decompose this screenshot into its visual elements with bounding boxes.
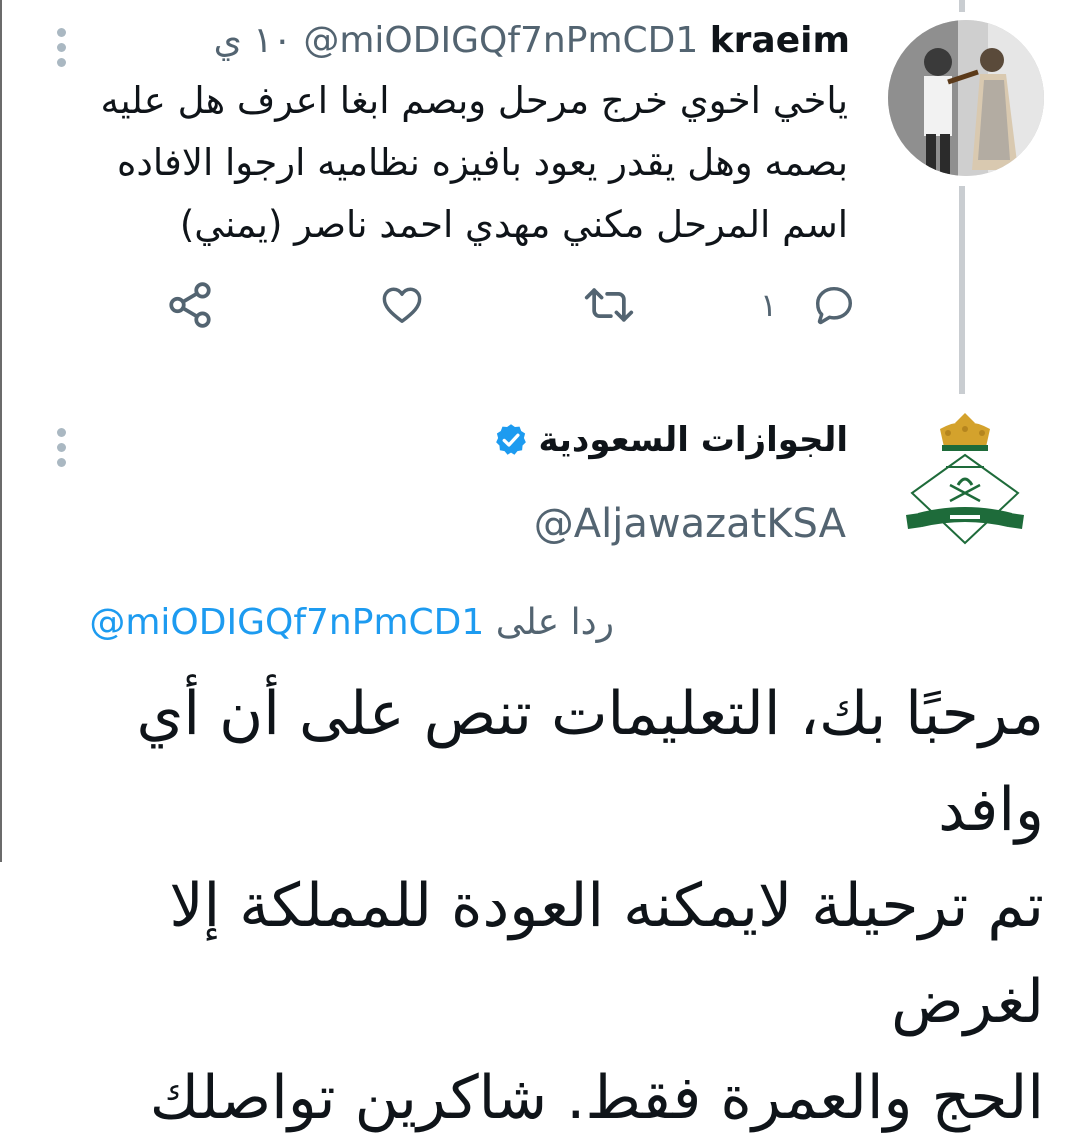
reply-button[interactable]: ١	[760, 280, 857, 330]
share-button[interactable]	[165, 280, 215, 330]
window-edge	[0, 0, 2, 862]
tweet-time: ١٠ ي	[213, 20, 292, 61]
tweet-text: مرحبًا بك، التعليمات تنص على أن أي وافد …	[136, 679, 1044, 1133]
avatar-aljawazat[interactable]	[900, 405, 1030, 550]
share-icon	[169, 282, 211, 328]
retweet-button[interactable]	[583, 280, 635, 330]
reply-icon	[816, 286, 853, 325]
verified-badge-icon	[495, 424, 526, 455]
tweet-author[interactable]: الجوازات السعودية	[493, 412, 849, 468]
like-icon	[382, 287, 422, 324]
avatar-photo-icon	[888, 20, 1044, 176]
tweet-handle[interactable]: @miODIGQf7nPmCD1	[303, 20, 698, 61]
retweet-icon	[584, 288, 634, 322]
tweet-text: ياخي اخوي خرج مرحل وبصم ابغا اعرف هل علي…	[100, 79, 848, 246]
tweet-display-name: الجوازات السعودية	[538, 420, 849, 460]
more-vertical-icon[interactable]	[54, 428, 68, 473]
reply-mention-link[interactable]: @miODIGQf7nPmCD1	[89, 602, 484, 643]
replying-to: ردا على @miODIGQf7nPmCD1	[89, 595, 614, 651]
tweet-display-name[interactable]: kraeim	[710, 20, 850, 61]
more-vertical-icon[interactable]	[54, 28, 68, 73]
reply-count: ١	[760, 286, 778, 324]
like-button[interactable]	[378, 280, 426, 330]
thread-line-top	[959, 0, 965, 12]
tweet-header: ١٠ ي @miODIGQf7nPmCD1 kraeim	[214, 16, 850, 66]
avatar-kraeim[interactable]	[888, 20, 1044, 176]
replying-to-label: ردا على	[495, 602, 614, 643]
tweet-actions: ١	[0, 280, 1080, 330]
tweet-handle[interactable]: @AljawazatKSA	[534, 496, 846, 552]
jawazat-emblem-icon	[900, 405, 1030, 550]
